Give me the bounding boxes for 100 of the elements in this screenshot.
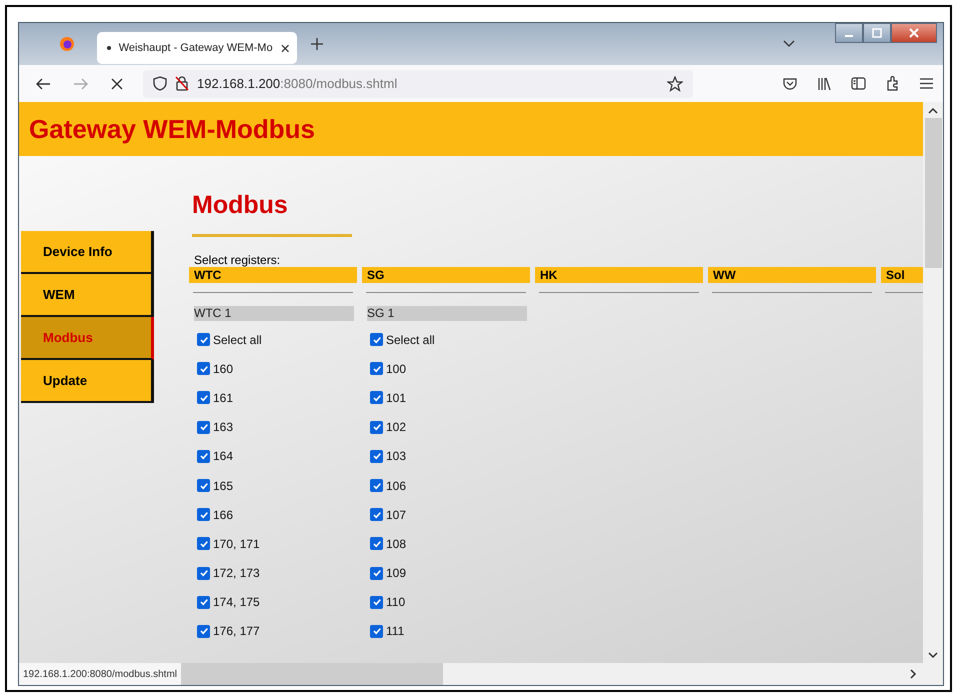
checkmark-icon [372, 538, 382, 549]
checkbox-label: 176, 177 [213, 624, 260, 638]
close-window-button[interactable] [891, 23, 937, 43]
checkmark-icon [372, 334, 382, 345]
extensions-icon[interactable] [886, 76, 900, 91]
checkbox-label: Select all [213, 332, 262, 347]
checkmark-icon [198, 451, 208, 462]
sidebar-item[interactable]: WEM [21, 274, 154, 317]
insecure-lock-icon [175, 76, 189, 91]
address-field[interactable]: 192.168.1.200:8080/modbus.shtml [143, 70, 693, 98]
stop-icon[interactable] [111, 78, 123, 90]
new-tab-icon[interactable] [311, 38, 323, 50]
checkbox-label: 174, 175 [213, 595, 260, 610]
bookmark-star-icon[interactable] [667, 76, 683, 92]
checkbox-label: 100 [386, 362, 406, 376]
checkbox-label: 166 [213, 508, 234, 522]
checkmark-icon [198, 626, 208, 636]
checkmark-icon [372, 364, 382, 374]
checkbox-label: 170, 171 [213, 536, 260, 551]
page-title: Gateway WEM-Modbus [29, 114, 316, 144]
checkbox-label: 163 [213, 420, 234, 434]
checkmark-icon [372, 480, 382, 491]
checkbox[interactable] [197, 420, 210, 434]
sidebar-item[interactable]: Device Info [21, 231, 154, 274]
pocket-icon[interactable] [783, 76, 797, 90]
checkbox[interactable] [197, 362, 210, 376]
checkmark-icon [198, 568, 208, 578]
maximize-button[interactable] [863, 23, 891, 43]
checkbox[interactable] [197, 508, 210, 522]
scroll-thumb[interactable] [924, 118, 942, 268]
close-icon [909, 28, 919, 38]
checkbox[interactable] [197, 450, 210, 463]
checkmark-icon [198, 480, 208, 491]
scroll-down-icon[interactable] [928, 652, 938, 659]
checkbox-label: 102 [386, 420, 406, 434]
scroll-thumb[interactable] [181, 663, 443, 685]
checkmark-icon [198, 334, 208, 345]
minimize-icon [845, 35, 853, 37]
menu-icon[interactable] [920, 78, 933, 89]
checkbox[interactable] [370, 537, 383, 550]
back-icon[interactable] [35, 76, 51, 90]
checkmark-icon [198, 364, 208, 374]
status-url: 192.168.1.200:8080/modbus.shtml [19, 663, 181, 685]
close-icon[interactable] [280, 44, 289, 52]
checkbox[interactable] [197, 391, 210, 404]
checkmark-icon [198, 510, 208, 520]
checkbox-label: Select all [386, 332, 435, 347]
group-label: SG 1 [367, 306, 527, 321]
checkbox-label: 106 [386, 478, 406, 493]
checkbox-label: 101 [386, 390, 406, 405]
checkbox[interactable] [370, 624, 383, 638]
checkbox[interactable] [197, 333, 210, 346]
minimize-button[interactable] [835, 23, 863, 43]
checkbox[interactable] [197, 537, 210, 550]
checkbox[interactable] [197, 624, 210, 638]
checkbox[interactable] [370, 596, 383, 609]
checkmark-icon [198, 538, 208, 549]
checkbox[interactable] [370, 508, 383, 522]
library-icon[interactable] [817, 76, 831, 90]
checkmark-icon [372, 392, 382, 403]
checkbox[interactable] [370, 420, 383, 434]
shield-icon [153, 76, 167, 91]
checkbox[interactable] [370, 391, 383, 404]
checkmark-icon [198, 422, 208, 432]
checkbox[interactable] [197, 596, 210, 609]
column-header: WTC [189, 267, 357, 283]
vertical-scrollbar[interactable] [923, 102, 943, 663]
url-text: 192.168.1.200:8080/modbus.shtml [197, 76, 398, 91]
sidebar-item[interactable]: Update [21, 360, 154, 403]
checkbox-label: 109 [386, 566, 406, 580]
scroll-right-icon[interactable] [910, 669, 917, 679]
checkmark-icon [372, 626, 382, 636]
checkbox[interactable] [370, 479, 383, 492]
checkmark-icon [198, 597, 208, 608]
column-header: HK [535, 267, 703, 283]
browser-tab[interactable]: Weishaupt - Gateway WEM-Mo [97, 32, 297, 64]
tab-title: Weishaupt - Gateway WEM-Mo [118, 42, 273, 54]
browser-logo-icon[interactable] [59, 36, 75, 52]
column-header: SG [362, 267, 530, 283]
column-header: Sol [881, 267, 923, 283]
checkmark-icon [372, 422, 382, 432]
sidebar-icon[interactable] [851, 77, 866, 90]
checkbox[interactable] [370, 333, 383, 346]
checkbox-label: 164 [213, 449, 234, 464]
loading-dot-icon [107, 46, 111, 50]
checkbox-label: 160 [213, 362, 234, 376]
checkmark-icon [372, 510, 382, 520]
checkbox[interactable] [370, 566, 383, 580]
checkbox-label: 161 [213, 390, 234, 405]
checkmark-icon [372, 568, 382, 578]
scroll-up-icon[interactable] [928, 107, 938, 114]
checkbox[interactable] [197, 566, 210, 580]
checkmark-icon [372, 451, 382, 462]
checkbox[interactable] [370, 450, 383, 463]
checkbox[interactable] [197, 479, 210, 492]
checkbox-label: 107 [386, 508, 406, 522]
tab-list-icon[interactable] [783, 40, 795, 48]
checkbox-label: 110 [386, 595, 406, 610]
checkbox-label: 165 [213, 478, 234, 493]
checkbox[interactable] [370, 362, 383, 376]
